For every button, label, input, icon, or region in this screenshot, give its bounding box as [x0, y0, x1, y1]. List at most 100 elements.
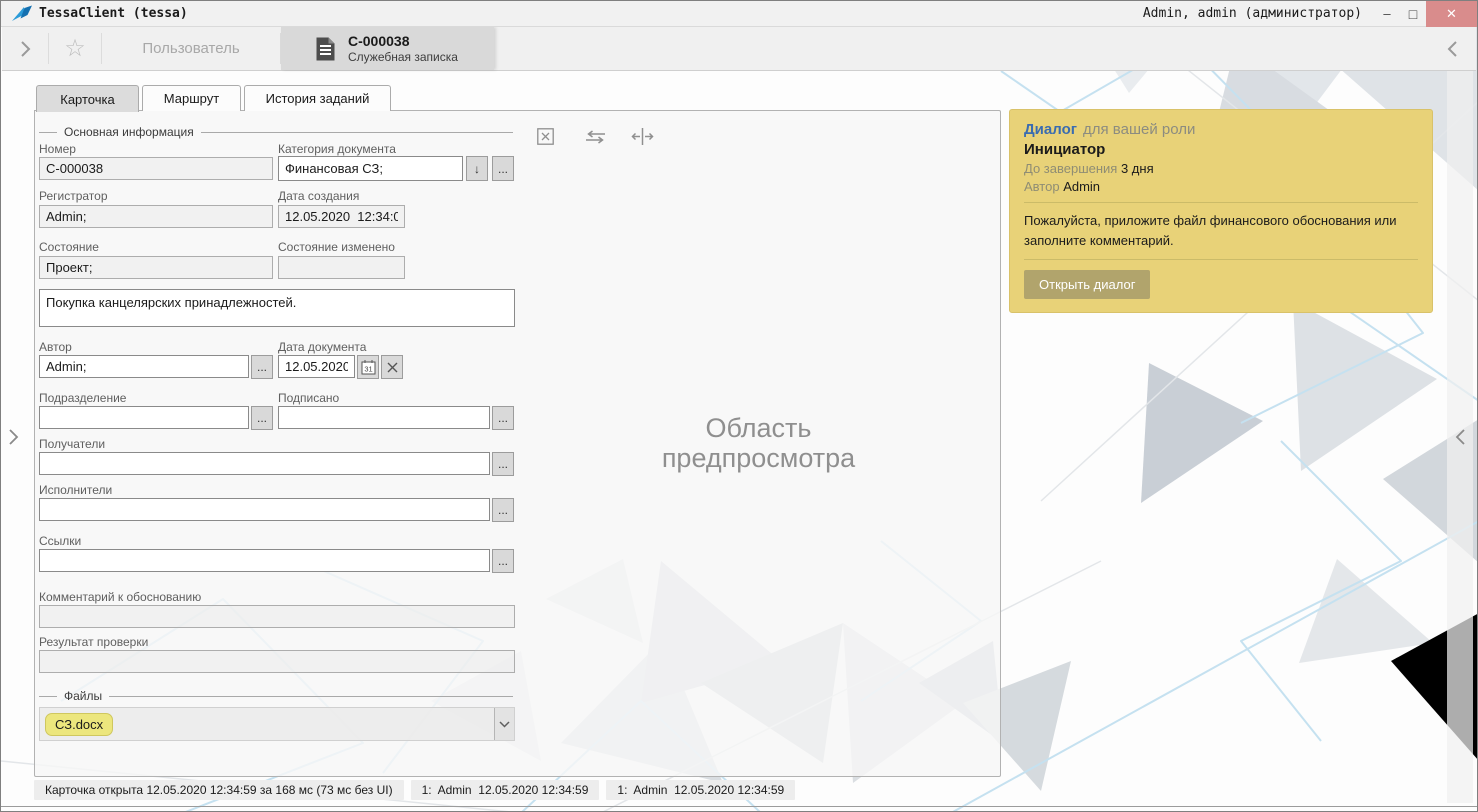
tab-route-label: Маршрут: [164, 91, 219, 106]
performers-field[interactable]: [39, 498, 490, 521]
files-dropdown-button[interactable]: [494, 708, 514, 740]
left-panel-toggle[interactable]: [3, 421, 23, 453]
tab-document-number: С-000038: [348, 33, 458, 50]
swap-arrows-icon: [584, 130, 607, 144]
minimize-button[interactable]: –: [1374, 1, 1400, 27]
section-files-label: Файлы: [64, 689, 102, 703]
state-changed-field[interactable]: [278, 256, 405, 279]
performers-ellipsis-button[interactable]: ...: [492, 498, 514, 522]
right-panel-toggle[interactable]: [1449, 421, 1471, 453]
app-window: TessaClient (tessa) Admin, admin (админи…: [0, 0, 1478, 812]
tab-route[interactable]: Маршрут: [142, 85, 241, 111]
chevron-down-icon: [499, 721, 510, 728]
calendar-button[interactable]: 31: [357, 355, 379, 379]
ellipsis-icon: ...: [498, 555, 508, 567]
section-main-info-label: Основная информация: [64, 125, 194, 139]
created-field[interactable]: [278, 205, 405, 228]
close-box-icon: [537, 128, 554, 145]
subject-textarea[interactable]: Покупка канцелярских принадлежностей.: [39, 289, 515, 327]
document-icon: [315, 36, 336, 62]
department-ellipsis-button[interactable]: ...: [251, 406, 273, 430]
clear-date-button[interactable]: [381, 355, 403, 379]
open-dialog-button[interactable]: Открыть диалог: [1024, 270, 1150, 299]
category-ellipsis-button[interactable]: ...: [492, 156, 514, 181]
divider: [39, 132, 57, 133]
svg-text:31: 31: [364, 365, 372, 374]
calendar-icon: 31: [361, 359, 376, 375]
split-arrows-icon: [631, 128, 654, 145]
author-label: Автор: [39, 340, 72, 354]
dialog-due-line: До завершения 3 дня: [1024, 161, 1418, 176]
dialog-role: Инициатор: [1024, 141, 1418, 158]
links-field[interactable]: [39, 549, 490, 572]
registrar-label: Регистратор: [39, 189, 108, 203]
signed-ellipsis-button[interactable]: ...: [492, 406, 514, 430]
tab-task-history[interactable]: История заданий: [244, 85, 391, 111]
ellipsis-icon: ...: [498, 458, 508, 470]
task-indicator-2[interactable]: 1: Admin 12.05.2020 12:34:59: [606, 780, 795, 800]
file-chip[interactable]: СЗ.docx: [45, 713, 113, 736]
author-ellipsis-button[interactable]: ...: [251, 355, 273, 379]
ellipsis-icon: ...: [498, 504, 508, 516]
chevron-left-icon: [1447, 39, 1459, 59]
collapse-right-button[interactable]: [1430, 27, 1476, 70]
divider: [39, 696, 57, 697]
divider: [109, 696, 513, 697]
state-field[interactable]: [39, 256, 273, 279]
doc-date-field[interactable]: [278, 355, 355, 378]
status-bar: Карточка открыта 12.05.2020 12:34:59 за …: [34, 780, 795, 800]
swap-panels-button[interactable]: [583, 129, 607, 144]
dialog-author-line: Автор Admin: [1024, 179, 1418, 194]
dialog-title-suffix: для вашей роли: [1083, 121, 1195, 138]
expand-menu-button[interactable]: [2, 27, 48, 70]
files-list: СЗ.docx: [39, 707, 515, 741]
recipients-ellipsis-button[interactable]: ...: [492, 452, 514, 476]
tab-document-active[interactable]: С-000038 Служебная записка: [281, 27, 494, 70]
doc-date-label: Дата документа: [278, 340, 366, 354]
ellipsis-icon: ...: [498, 412, 508, 424]
tab-user[interactable]: Пользователь: [102, 27, 280, 70]
maximize-button[interactable]: □: [1400, 1, 1426, 27]
ellipsis-icon: ...: [498, 163, 508, 175]
department-field[interactable]: [39, 406, 249, 429]
due-label: До завершения: [1024, 161, 1117, 176]
tab-card[interactable]: Карточка: [36, 85, 139, 112]
tessa-logo-icon: [11, 5, 33, 23]
registrar-field[interactable]: [39, 205, 273, 228]
split-view-button[interactable]: [630, 127, 654, 145]
current-user-label: Admin, admin (администратор): [1143, 6, 1374, 21]
number-field[interactable]: [39, 157, 273, 180]
workspace-tab-bar: ☆ Пользователь С-000038 Служебная записк…: [2, 27, 1476, 71]
title-bar: TessaClient (tessa) Admin, admin (админи…: [1, 1, 1477, 27]
tab-card-label: Карточка: [60, 92, 114, 107]
section-files: Файлы: [39, 689, 513, 703]
check-result-field[interactable]: [39, 650, 515, 673]
file-name: СЗ.docx: [55, 717, 103, 732]
category-select-button[interactable]: ↓: [466, 156, 488, 181]
x-icon: [387, 362, 398, 373]
signed-label: Подписано: [278, 391, 339, 405]
close-preview-button[interactable]: [536, 127, 554, 145]
bottom-border: [1, 806, 1477, 807]
due-value: 3 дня: [1121, 161, 1154, 176]
dialog-message: Пожалуйста, приложите файл финансового о…: [1024, 211, 1418, 251]
recipients-field[interactable]: [39, 452, 490, 475]
favorites-button[interactable]: ☆: [49, 27, 101, 70]
section-main-info: Основная информация: [39, 125, 513, 139]
window-title: TessaClient (tessa): [39, 6, 188, 21]
links-ellipsis-button[interactable]: ...: [492, 549, 514, 573]
department-label: Подразделение: [39, 391, 126, 405]
signed-field[interactable]: [278, 406, 490, 429]
category-field[interactable]: [278, 156, 463, 181]
performers-label: Исполнители: [39, 483, 112, 497]
divider: [1024, 202, 1418, 203]
comment-field[interactable]: [39, 605, 515, 628]
card-panel: Карточка Маршрут История заданий Основна…: [34, 85, 1001, 777]
author-field[interactable]: [39, 355, 249, 378]
category-label: Категория документа: [278, 142, 396, 156]
chevron-left-icon: [1455, 427, 1466, 447]
preview-placeholder: Область предпросмотра: [516, 413, 1001, 473]
dialog-title: Диалогдля вашей роли: [1024, 121, 1418, 138]
task-indicator-1[interactable]: 1: Admin 12.05.2020 12:34:59: [411, 780, 600, 800]
close-button[interactable]: ✕: [1426, 1, 1477, 27]
